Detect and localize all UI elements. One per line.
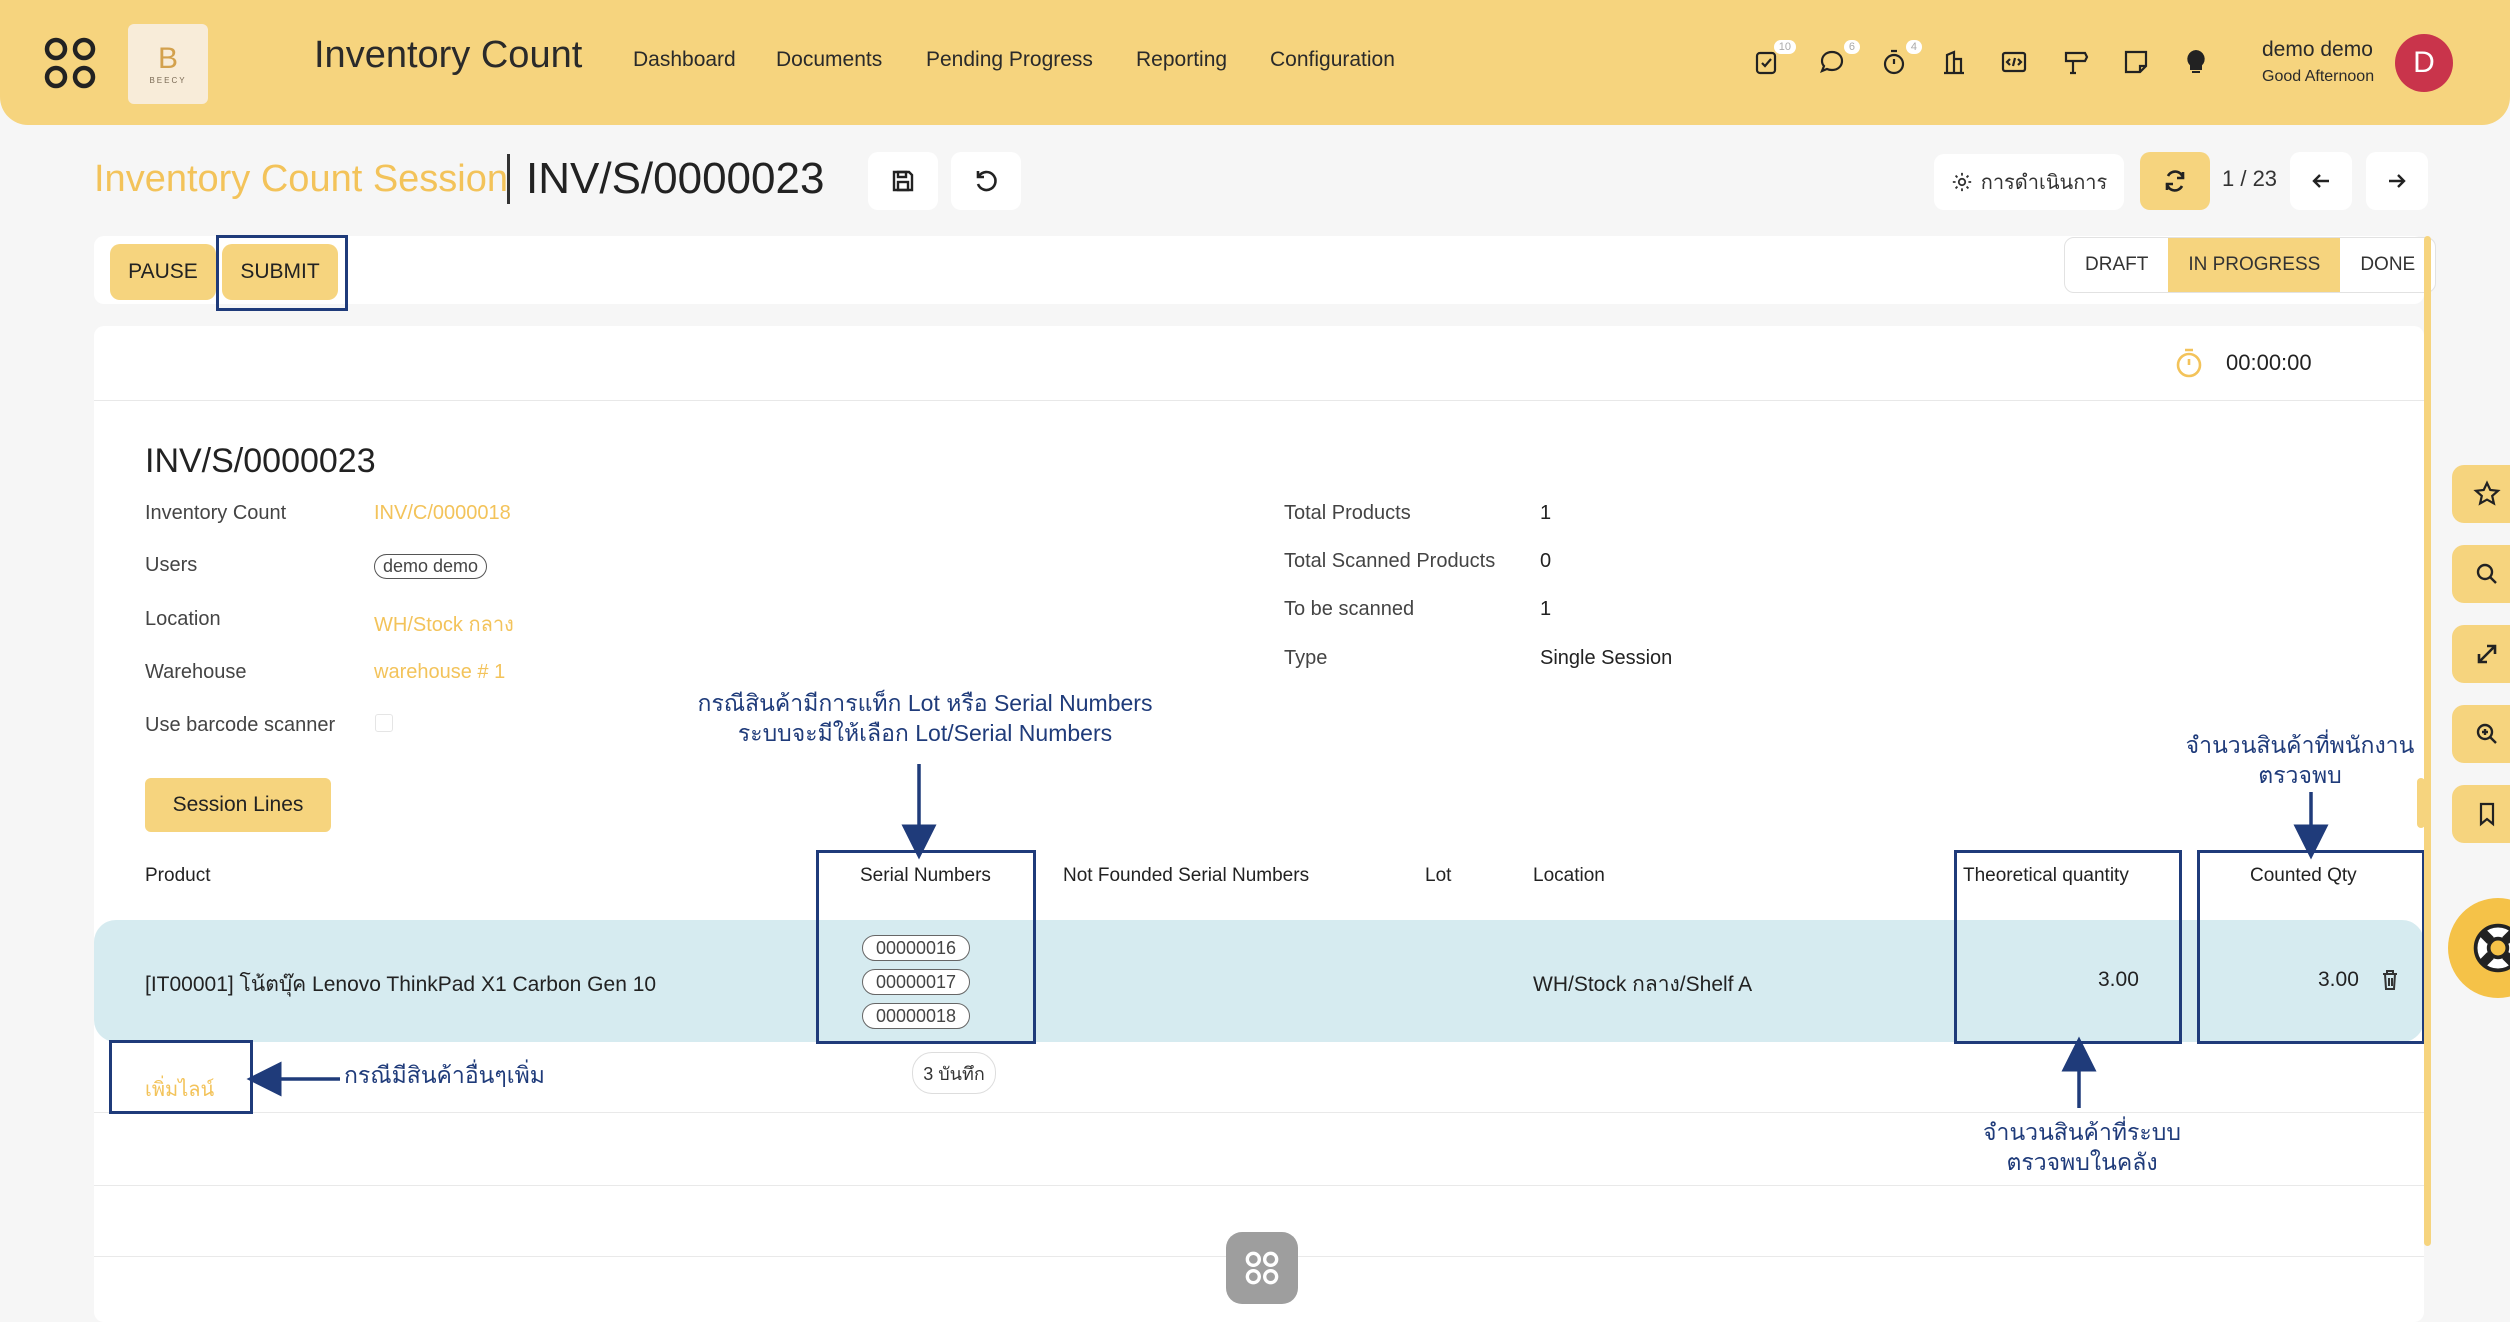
search-icon <box>2476 563 2497 584</box>
apps-grid-icon <box>1245 1251 1279 1285</box>
bookmark-button[interactable] <box>2452 785 2510 843</box>
annotation-arrows <box>246 764 2329 1108</box>
expand-button[interactable] <box>2452 625 2510 683</box>
apps-fab-button[interactable] <box>1226 1232 1298 1304</box>
expand-icon <box>2477 644 2497 664</box>
scroll-marker <box>2417 778 2425 828</box>
scrollbar[interactable] <box>2424 236 2431 1246</box>
lifebuoy-icon <box>2473 923 2510 973</box>
search-button[interactable] <box>2452 545 2510 603</box>
favorite-button[interactable] <box>2452 465 2510 523</box>
zoom-button[interactable] <box>2452 705 2510 763</box>
star-icon <box>2473 480 2501 506</box>
bookmark-icon <box>2479 802 2495 827</box>
zoom-in-icon <box>2476 723 2497 744</box>
